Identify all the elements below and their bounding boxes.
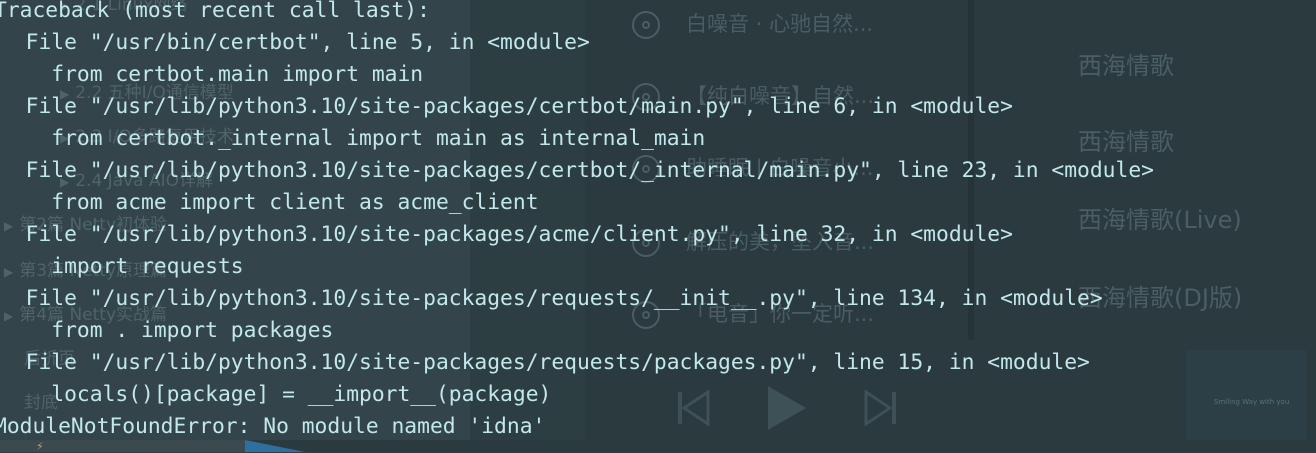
error-message: ModuleNotFoundError: No module named 'id…	[0, 414, 546, 439]
traceback-line: from certbot._internal import main as in…	[0, 126, 706, 151]
traceback-line: File "/usr/lib/python3.10/site-packages/…	[0, 286, 1103, 311]
traceback-line: from . import packages	[0, 318, 334, 343]
traceback-line: import requests	[0, 254, 244, 279]
traceback-header: Traceback (most recent call last):	[0, 0, 430, 23]
traceback-line: File "/usr/bin/certbot", line 5, in <mod…	[0, 30, 590, 55]
traceback-line: File "/usr/lib/python3.10/site-packages/…	[0, 94, 1013, 119]
traceback-line: File "/usr/lib/python3.10/site-packages/…	[0, 350, 1090, 375]
traceback-line: from certbot.main import main	[0, 62, 424, 87]
traceback-line: File "/usr/lib/python3.10/site-packages/…	[0, 222, 1013, 247]
traceback-line: locals()[package] = __import__(package)	[0, 382, 552, 407]
traceback-line: from acme import client as acme_client	[0, 190, 539, 215]
traceback-line: File "/usr/lib/python3.10/site-packages/…	[0, 158, 1154, 183]
terminal-output[interactable]: Traceback (most recent call last): File …	[0, 0, 1316, 452]
